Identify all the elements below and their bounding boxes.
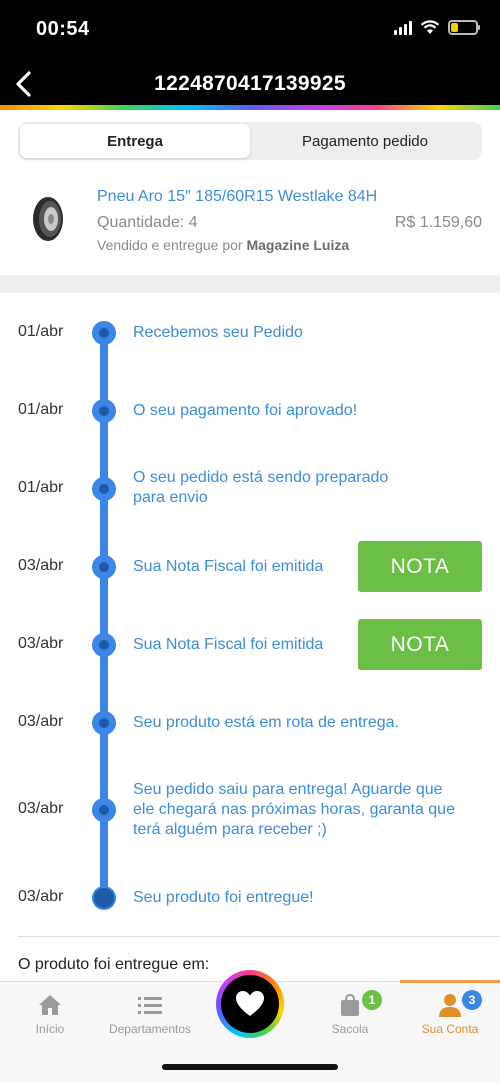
timeline-date: 03/abr (18, 635, 64, 652)
section-separator (0, 275, 500, 293)
nota-fiscal-button[interactable]: NOTA (358, 619, 482, 670)
delivery-timeline: 01/abr Recebemos seu Pedido 01/abr O seu… (0, 293, 500, 933)
nav-label: Sua Conta (421, 1022, 479, 1036)
timeline-text: Sua Nota Fiscal foi emitida (133, 558, 324, 575)
timeline-date: 03/abr (18, 800, 64, 817)
timeline-dot (92, 555, 116, 579)
timeline-date: 03/abr (18, 713, 64, 730)
tire-icon (33, 197, 63, 241)
nav-label: Departamentos (108, 1022, 192, 1036)
timeline-dot (92, 321, 116, 345)
product-price: R$ 1.159,60 (394, 214, 482, 231)
battery-icon (448, 20, 480, 35)
status-time: 00:54 (36, 18, 90, 40)
timeline-text: Seu produto está em rota de entrega. (133, 714, 399, 731)
order-tracking-screen: 00:54 1224870417139925 Entrega Pagamento… (0, 0, 500, 1082)
tab-bar: Entrega Pagamento pedido (18, 122, 482, 160)
product-name-link[interactable]: Pneu Aro 15″ 185/60R15 Westlake 84H (97, 188, 377, 206)
nav-inicio[interactable]: Início (0, 992, 100, 1036)
timeline-text: Seu pedido saiu para entrega! Aguarde qu… (133, 781, 455, 838)
seller-prefix: Vendido e entregue por (97, 237, 243, 253)
timeline-text: Sua Nota Fiscal foi emitida (133, 636, 324, 653)
timeline-date: 01/abr (18, 401, 64, 418)
timeline-dot (92, 477, 116, 501)
timeline-date: 01/abr (18, 479, 64, 496)
timeline-dot (92, 711, 116, 735)
wifi-icon (420, 20, 440, 34)
home-icon (39, 995, 61, 1015)
nav-label: Sacola (331, 1022, 369, 1036)
tab-entrega[interactable]: Entrega (20, 124, 250, 158)
timeline-text: O seu pedido está sendo preparado para en… (133, 469, 389, 506)
heart-icon (236, 991, 264, 1016)
cart-count-badge: 1 (362, 990, 382, 1010)
timeline-date: 01/abr (18, 323, 64, 340)
divider (18, 936, 500, 937)
timeline-dot (92, 798, 116, 822)
nav-label: Início (35, 1022, 65, 1036)
timeline-text: Seu produto foi entregue! (133, 889, 314, 906)
active-tab-indicator (400, 980, 500, 983)
status-icons (394, 20, 480, 35)
product-card: Pneu Aro 15″ 185/60R15 Westlake 84H Quan… (0, 176, 500, 276)
product-quantity: Quantidade: 4 (97, 214, 198, 231)
favorites-button[interactable] (216, 970, 284, 1038)
timeline-dot (92, 399, 116, 423)
timeline-dot-current (92, 886, 116, 910)
timeline-text: Recebemos seu Pedido (133, 324, 303, 341)
nav-sacola[interactable]: 1 Sacola (300, 990, 400, 1036)
rainbow-divider (0, 105, 500, 110)
user-icon (439, 994, 461, 1017)
nav-sua-conta[interactable]: 3 Sua Conta (400, 990, 500, 1036)
nav-departamentos[interactable]: Departamentos (100, 992, 200, 1036)
bag-icon (341, 993, 359, 1016)
delivered-at-label: O produto foi entregue em: (18, 956, 210, 973)
timeline-date: 03/abr (18, 888, 64, 905)
timeline-date: 03/abr (18, 557, 64, 574)
list-icon (138, 997, 162, 1014)
seller-name: Magazine Luiza (246, 237, 350, 253)
timeline-text: O seu pagamento foi aprovado! (133, 402, 358, 419)
header-bar: 00:54 1224870417139925 (0, 0, 500, 110)
home-indicator (162, 1064, 338, 1070)
notification-count-badge: 3 (462, 990, 482, 1010)
product-seller: Vendido e entregue por Magazine Luiza (97, 237, 349, 253)
timeline-dot (92, 633, 116, 657)
nota-fiscal-button[interactable]: NOTA (358, 541, 482, 592)
signal-icon (394, 20, 412, 35)
tab-pagamento-pedido[interactable]: Pagamento pedido (250, 124, 480, 158)
page-title: 1224870417139925 (154, 72, 346, 95)
